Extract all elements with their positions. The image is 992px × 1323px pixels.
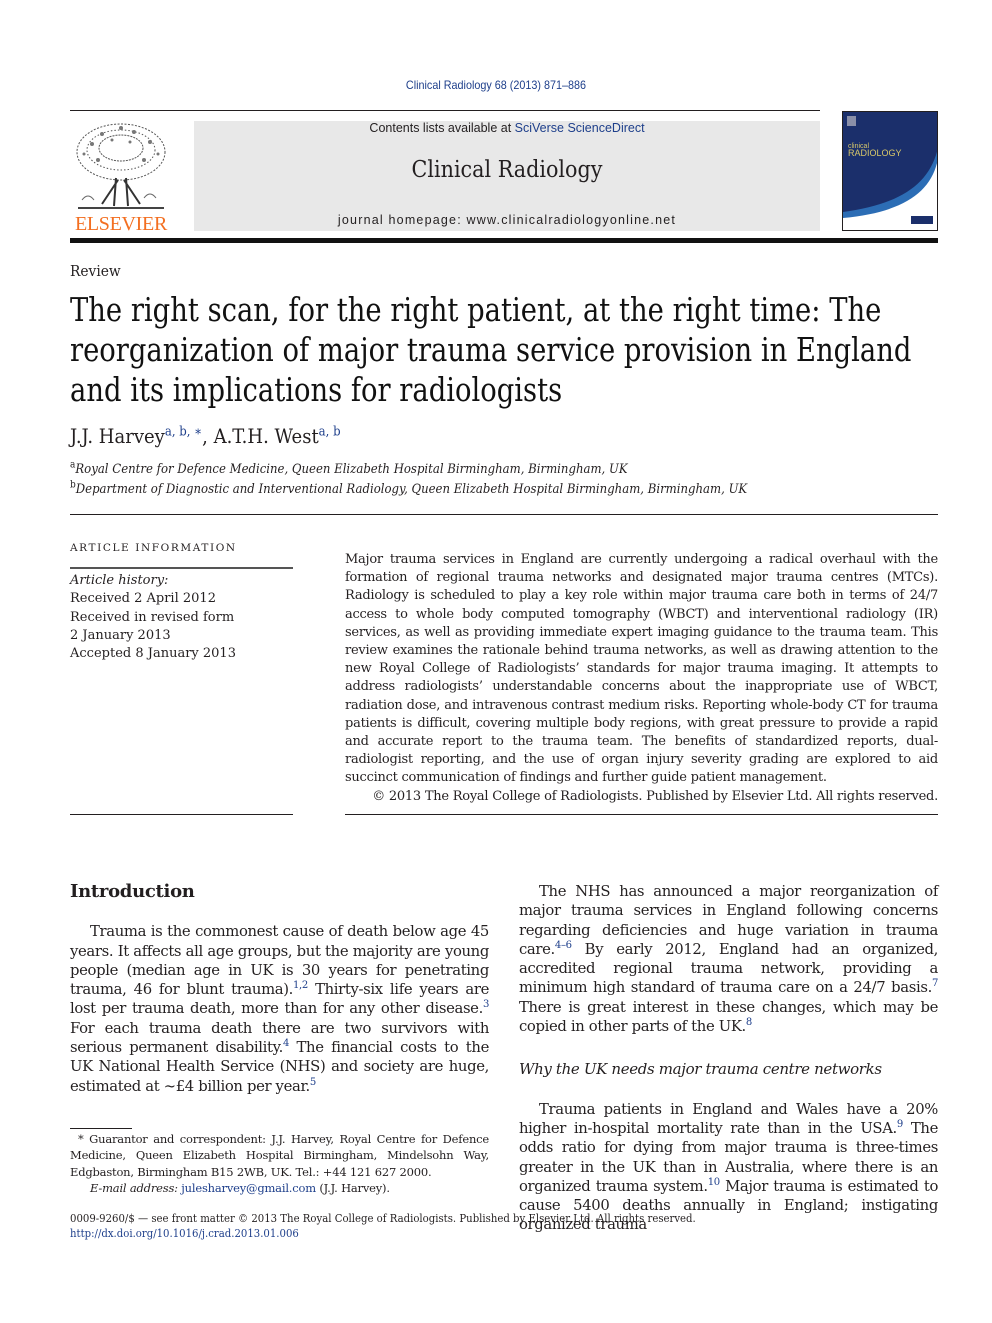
journal-cover-image: clinical RADIOLOGY <box>843 112 937 230</box>
homepage-prefix: journal homepage: <box>337 213 467 227</box>
footnote-text: Guarantor and correspondent: J.J. Harvey… <box>70 1132 489 1179</box>
author-affiliation-marks[interactable]: a, b <box>319 424 341 439</box>
cover-line2: RADIOLOGY <box>848 148 902 158</box>
subsection-heading: Why the UK needs major trauma centre net… <box>519 1060 882 1079</box>
article-title: The right scan, for the right patient, a… <box>70 290 912 409</box>
intro-paragraph: Trauma is the commonest cause of death b… <box>70 922 489 1096</box>
doi-link[interactable]: http://dx.doi.org/10.1016/j.crad.2013.01… <box>70 1227 299 1240</box>
body-column-left: Introduction Trauma is the commonest cau… <box>70 882 489 1096</box>
citation-reference-link[interactable]: 1,2 <box>293 980 308 991</box>
correspondence-footnote: * Guarantor and correspondent: J.J. Harv… <box>70 1131 489 1196</box>
abstract-copyright: © 2013 The Royal College of Radiologists… <box>372 788 938 804</box>
article-info-heading: ARTICLE INFORMATION <box>70 542 237 554</box>
nhs-paragraph: The NHS has announced a major reorganiza… <box>519 882 938 1036</box>
abstract-text: Major trauma services in England are cur… <box>345 552 938 786</box>
journal-cover-thumbnail[interactable]: clinical RADIOLOGY <box>842 111 938 231</box>
author-separator: , <box>202 424 214 448</box>
elsevier-logo[interactable]: ELSEVIER <box>70 120 172 235</box>
article-info-rule <box>70 567 293 569</box>
article-info-bottom-rule <box>70 814 293 815</box>
front-matter-line: 0009-9260/$ — see front matter © 2013 Th… <box>70 1212 696 1225</box>
elsevier-tree-icon <box>72 120 170 212</box>
history-entry: Received in revised form <box>70 609 235 625</box>
section-heading-introduction: Introduction <box>70 881 195 902</box>
citation-reference-link[interactable]: 7 <box>932 979 938 990</box>
header-rule <box>70 110 820 111</box>
contents-prefix: Contents lists available at <box>369 121 515 135</box>
author-name[interactable]: A.T.H. West <box>214 424 319 448</box>
email-link[interactable]: julesharvey@gmail.com <box>181 1181 316 1195</box>
head-divider <box>70 514 938 515</box>
email-suffix: (J.J. Harvey). <box>315 1180 390 1195</box>
history-entry: Received 2 April 2012 <box>70 591 216 607</box>
journal-title: Clinical Radiology <box>411 157 603 183</box>
journal-citation-link[interactable]: Clinical Radiology 68 (2013) 871–886 <box>50 78 943 92</box>
affiliation: aRoyal Centre for Defence Medicine, Quee… <box>70 460 628 477</box>
article-history-title: Article history: <box>70 573 169 588</box>
citation-reference-link[interactable]: 10 <box>708 1177 720 1188</box>
body-column-right: The NHS has announced a major reorganiza… <box>519 882 938 1235</box>
email-label: E-mail address: <box>90 1180 178 1195</box>
history-entry: 2 January 2013 <box>70 627 171 643</box>
journal-masthead: Contents lists available at SciVerse Sci… <box>194 121 820 231</box>
affiliation: bDepartment of Diagnostic and Interventi… <box>70 480 748 497</box>
abstract-rule <box>345 814 938 815</box>
article-history: Article history: Received 2 April 2012 R… <box>70 572 236 663</box>
elsevier-wordmark: ELSEVIER <box>74 213 168 235</box>
body-text-run: There is great interest in these changes… <box>519 998 938 1036</box>
body-text-run: By early 2012, England had an organized,… <box>519 940 938 997</box>
affiliation-text: Royal Centre for Defence Medicine, Queen… <box>75 462 628 477</box>
author-name[interactable]: J.J. Harvey <box>70 424 165 448</box>
citation-reference-link[interactable]: 3 <box>483 1000 489 1011</box>
citation-reference-link[interactable]: 4–6 <box>555 940 572 951</box>
article-type-label: Review <box>70 262 121 280</box>
affiliation-text: Department of Diagnostic and Interventio… <box>75 482 748 497</box>
citation-reference-link[interactable]: 5 <box>310 1077 316 1088</box>
contents-line: Contents lists available at SciVerse Sci… <box>194 121 820 135</box>
abstract: Major trauma services in England are cur… <box>345 551 938 806</box>
author-affiliation-marks[interactable]: a, b, ∗ <box>165 424 202 439</box>
citation-reference-link[interactable]: 8 <box>746 1017 752 1028</box>
masthead-thick-rule <box>70 238 938 243</box>
sciencedirect-link[interactable]: SciVerse ScienceDirect <box>515 121 645 135</box>
body-text-run: Trauma patients in England and Wales hav… <box>519 1100 938 1137</box>
homepage-link[interactable]: www.clinicalradiologyonline.net <box>467 213 677 227</box>
journal-homepage: journal homepage: www.clinicalradiologyo… <box>194 213 820 227</box>
author-list: J.J. Harveya, b, ∗, A.T.H. Westa, b <box>70 424 341 448</box>
footnote-rule <box>70 1128 132 1129</box>
history-entry: Accepted 8 January 2013 <box>70 646 236 662</box>
